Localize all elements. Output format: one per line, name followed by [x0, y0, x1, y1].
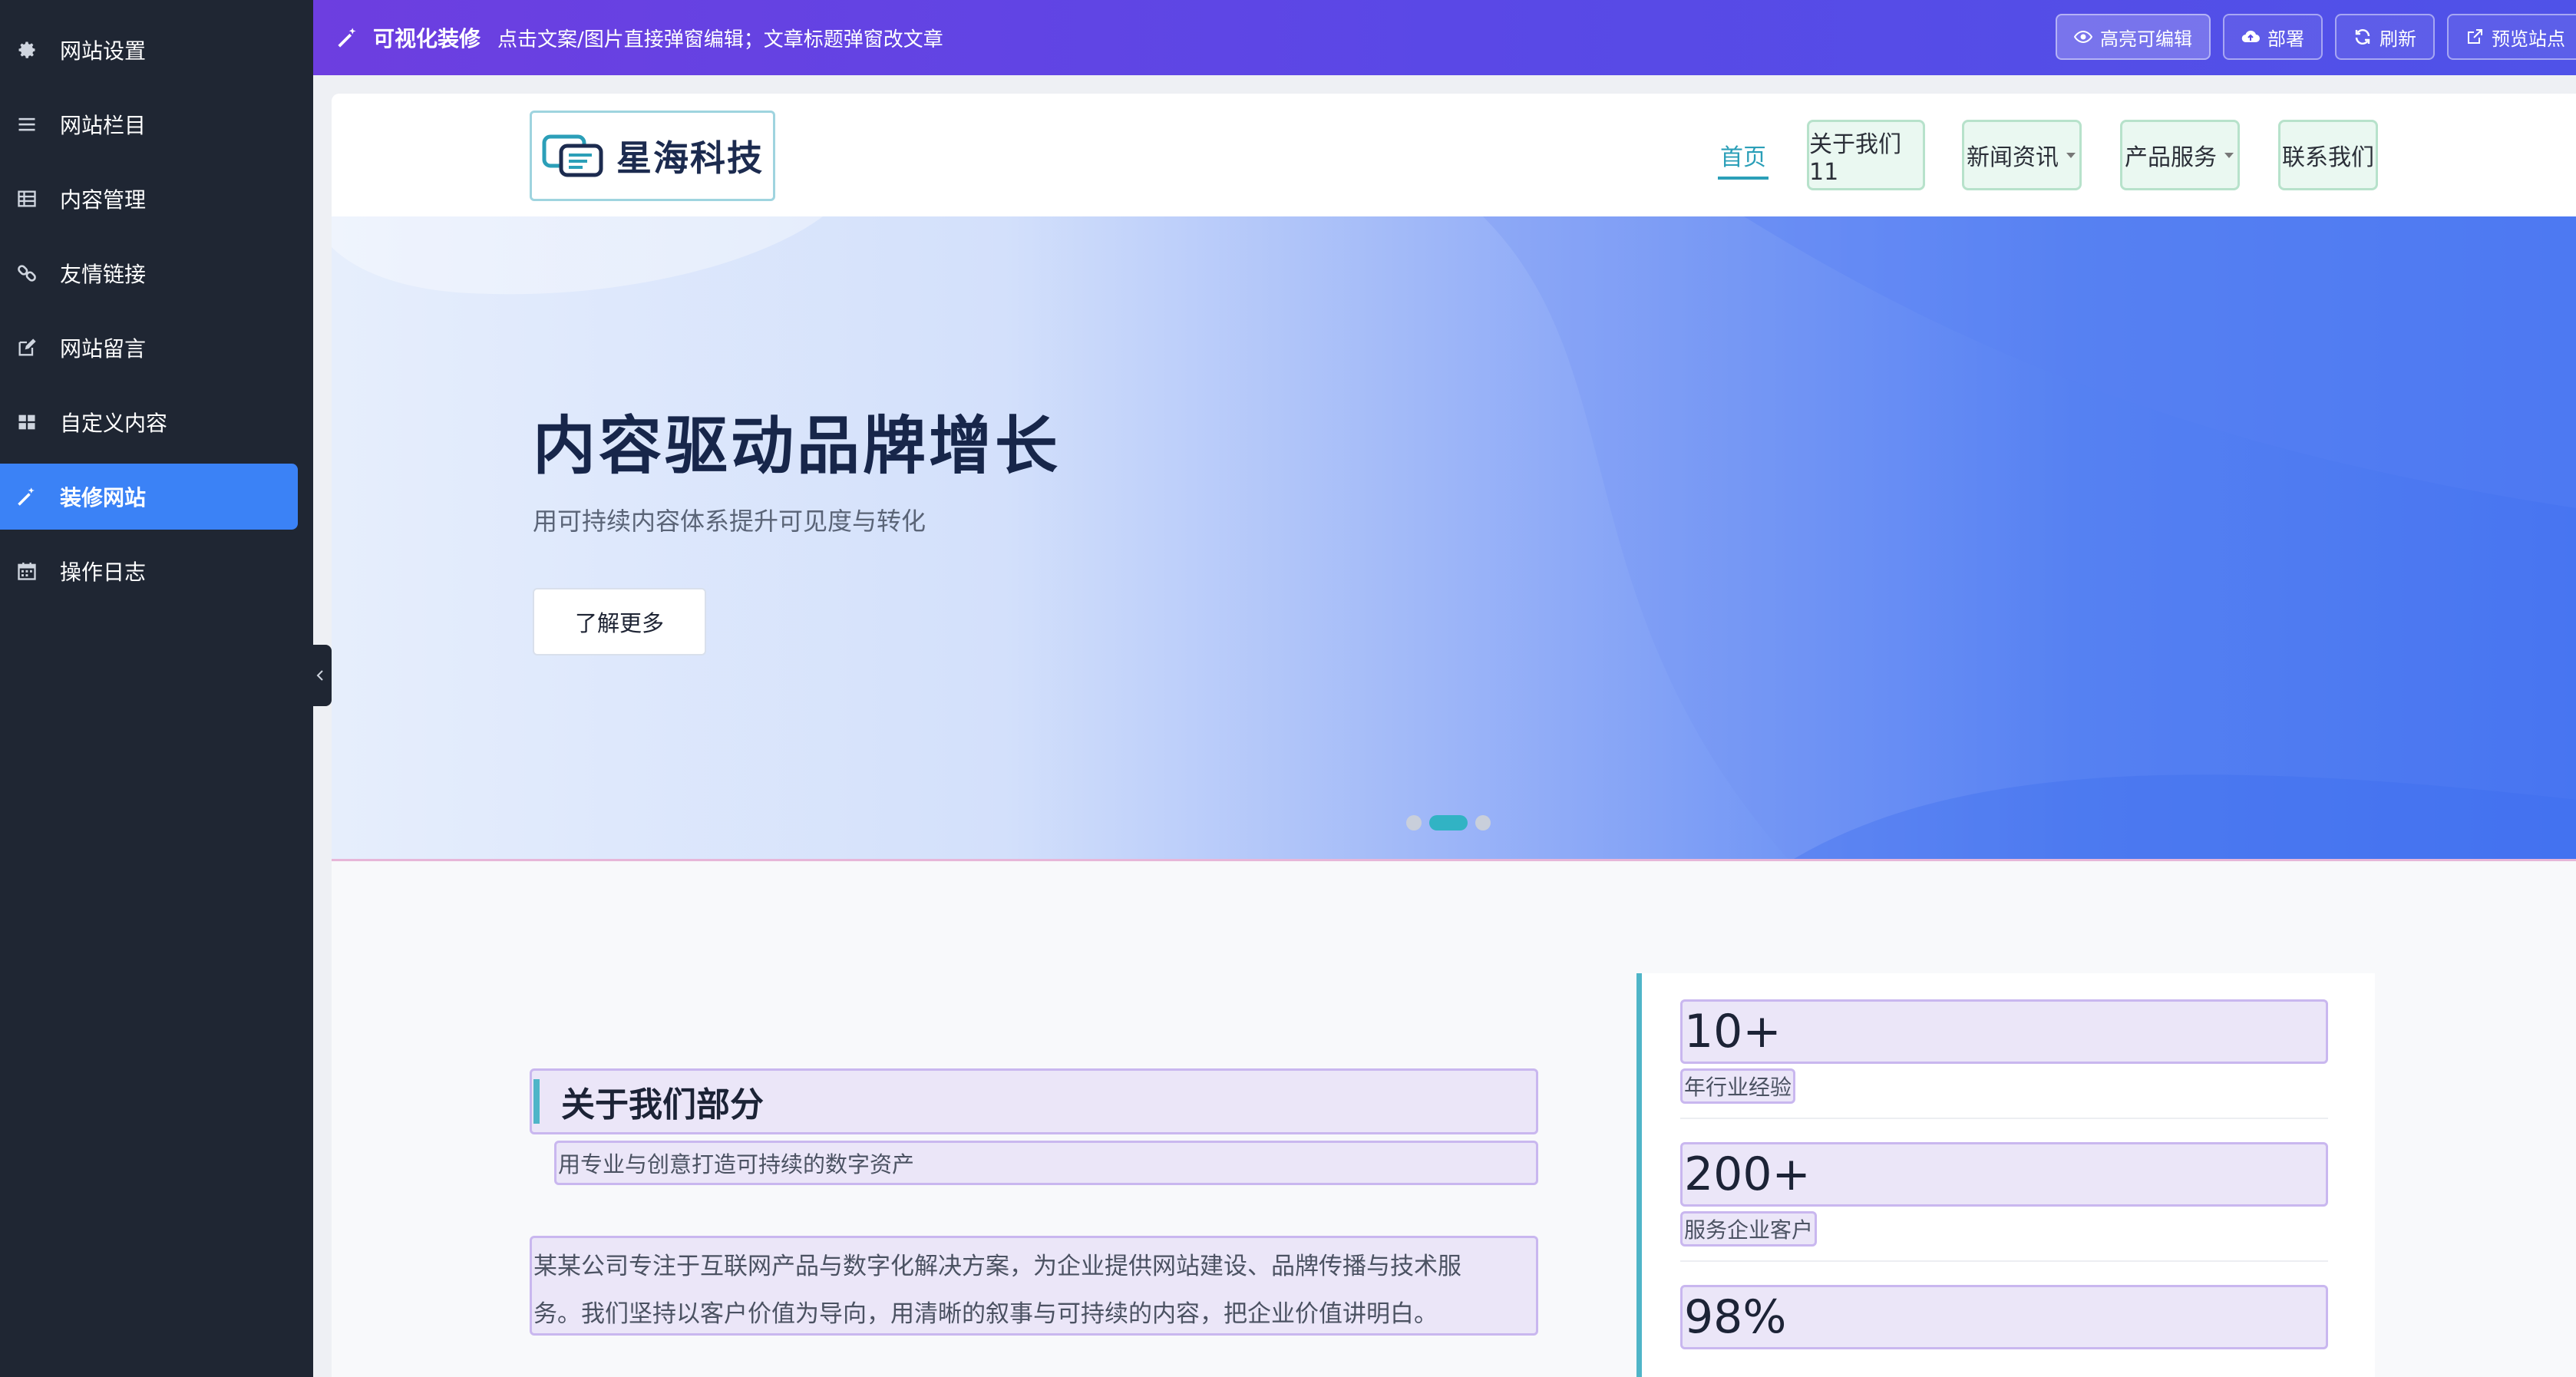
sidebar-item-label: 网站栏目 [60, 113, 147, 138]
editor-toolbar: 可视化装修 点击文案/图片直接弹窗编辑；文章标题弹窗改文章 高亮可编辑 部署 刷… [313, 0, 2576, 75]
nav-about[interactable]: 关于我们11 [1807, 120, 1925, 190]
sidebar-item-label: 网站设置 [60, 38, 147, 64]
hero-title[interactable]: 内容驱动品牌增长 [533, 395, 1061, 486]
hero-subtitle[interactable]: 用可持续内容体系提升可见度与转化 [533, 502, 926, 537]
sidebar-item-label: 友情链接 [60, 262, 147, 287]
sidebar-item-label: 网站留言 [60, 336, 147, 362]
stat-label[interactable]: 年行业经验 [1680, 1068, 1796, 1104]
deploy-label: 部署 [2267, 28, 2304, 50]
sidebar-item-label: 装修网站 [60, 485, 147, 510]
edit-icon [15, 336, 38, 359]
about-section-description[interactable]: 某某公司专注于互联网产品与数字化解决方案，为企业提供网站建设、品牌传播与技术服 … [530, 1236, 1538, 1336]
about-section-subtitle[interactable]: 用专业与创意打造可持续的数字资产 [554, 1141, 1538, 1185]
calendar-icon [15, 560, 38, 583]
refresh-label: 刷新 [2379, 28, 2416, 50]
nav-news-label: 新闻资讯 [1967, 144, 2059, 171]
site-logo[interactable]: 星海科技 [530, 111, 775, 201]
carousel-indicators [1406, 815, 1491, 830]
grid-icon [15, 411, 38, 434]
preview-site-button[interactable]: 预览站点 [2447, 14, 2576, 60]
nav-news[interactable]: 新闻资讯 [1962, 120, 2082, 190]
sidebar-item-messages[interactable]: 网站留言 [0, 315, 298, 381]
stat-value[interactable]: 98% [1680, 1285, 2328, 1349]
nav-about-label: 关于我们11 [1809, 130, 1901, 186]
caret-down-icon [2224, 153, 2234, 158]
about-section-title[interactable]: 关于我们部分 [530, 1068, 1538, 1134]
site-preview-canvas: 星海科技 首页 关于我们11 新闻资讯 产品服务 联系我们 内容驱动品牌增长 用 [332, 94, 2576, 1377]
carousel-dot[interactable] [1406, 815, 1422, 830]
wand-icon [338, 28, 356, 48]
sidebar-item-links[interactable]: 友情链接 [0, 240, 298, 306]
carousel-dot[interactable] [1475, 815, 1491, 830]
cloud-upload-icon [2241, 30, 2260, 43]
sidebar: 网站设置 网站栏目 内容管理 友情链接 网站留言 自定义内容 装修网站 操作日志 [0, 0, 313, 1377]
eye-icon [2074, 30, 2092, 44]
carousel-dot-active[interactable] [1429, 815, 1468, 830]
link-icon [15, 262, 38, 285]
stat-divider [1680, 1118, 2328, 1119]
refresh-icon [2355, 29, 2370, 45]
toolbar-title: 可视化装修 [373, 26, 481, 51]
nav-contact-label: 联系我们 [2282, 144, 2374, 171]
stats-card: 10+ 年行业经验 200+ 服务企业客户 98% [1636, 973, 2375, 1377]
logo-text: 星海科技 [616, 137, 764, 179]
sidebar-item-content[interactable]: 内容管理 [0, 166, 298, 232]
gear-icon [15, 38, 38, 61]
wand-icon [15, 485, 38, 508]
stat-divider [1680, 1260, 2328, 1262]
sidebar-item-columns[interactable]: 网站栏目 [0, 91, 298, 157]
nav-contact[interactable]: 联系我们 [2278, 120, 2378, 190]
nav-products[interactable]: 产品服务 [2120, 120, 2240, 190]
sidebar-item-label: 自定义内容 [60, 411, 168, 436]
hero-background-waves [332, 216, 2576, 859]
nav-home[interactable]: 首页 [1718, 120, 1769, 190]
list-icon [15, 113, 38, 136]
about-title-text: 关于我们部分 [561, 1085, 764, 1124]
sidebar-item-label: 内容管理 [60, 187, 147, 213]
table-icon [15, 187, 38, 210]
nav-home-label: 首页 [1720, 144, 1766, 171]
caret-down-icon [2066, 153, 2076, 158]
refresh-button[interactable]: 刷新 [2335, 14, 2435, 60]
stat-label[interactable]: 服务企业客户 [1680, 1211, 1818, 1247]
highlight-editable-label: 高亮可编辑 [2100, 28, 2192, 50]
stat-value[interactable]: 200+ [1680, 1142, 2328, 1207]
sidebar-item-decorate-site[interactable]: 装修网站 [0, 464, 298, 530]
learn-more-button[interactable]: 了解更多 [533, 588, 706, 655]
logo-mark-icon [542, 134, 603, 177]
sidebar-item-operation-log[interactable]: 操作日志 [0, 538, 298, 604]
hero-banner: 内容驱动品牌增长 用可持续内容体系提升可见度与转化 了解更多 [332, 216, 2576, 861]
nav-active-underline [1718, 177, 1769, 180]
sidebar-item-site-settings[interactable]: 网站设置 [0, 17, 298, 83]
sidebar-item-label: 操作日志 [60, 560, 147, 585]
nav-products-label: 产品服务 [2125, 144, 2217, 171]
highlight-editable-button[interactable]: 高亮可编辑 [2056, 14, 2211, 60]
deploy-button[interactable]: 部署 [2223, 14, 2323, 60]
external-link-icon [2468, 29, 2482, 44]
sidebar-collapse-handle[interactable] [309, 645, 332, 706]
about-desc-line: 某某公司专注于互联网产品与数字化解决方案，为企业提供网站建设、品牌传播与技术服 [533, 1253, 1461, 1280]
sidebar-item-custom-content[interactable]: 自定义内容 [0, 389, 298, 455]
site-header: 星海科技 首页 关于我们11 新闻资讯 产品服务 联系我们 [332, 94, 2576, 216]
title-accent-bar [533, 1079, 540, 1124]
chevron-left-icon [316, 670, 323, 681]
toolbar-hint: 点击文案/图片直接弹窗编辑；文章标题弹窗改文章 [497, 28, 943, 51]
about-desc-line: 务。我们坚持以客户价值为导向，用清晰的叙事与可持续的内容，把企业价值讲明白。 [533, 1300, 1438, 1328]
stat-value[interactable]: 10+ [1680, 999, 2328, 1064]
preview-site-label: 预览站点 [2492, 28, 2565, 50]
